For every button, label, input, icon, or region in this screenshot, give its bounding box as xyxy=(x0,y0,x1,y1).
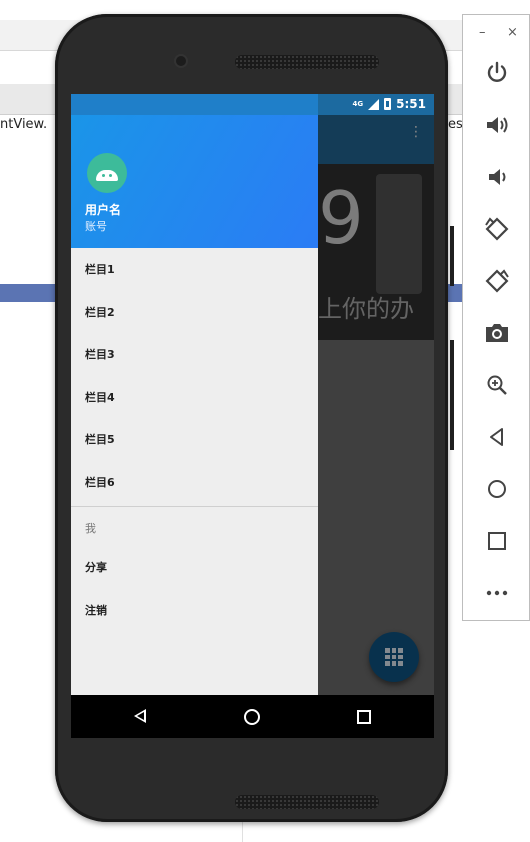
background-selection-bar xyxy=(0,284,60,302)
menu-item-1[interactable]: 栏目1 xyxy=(71,248,318,291)
user-name: 用户名 xyxy=(85,203,122,217)
zoom-icon[interactable] xyxy=(483,371,511,399)
status-time: 5:51 xyxy=(396,97,426,111)
drawer-status-area xyxy=(71,94,318,115)
drawer-menu: 栏目1 栏目2 栏目3 栏目4 栏目5 栏目6 我 分享 注销 xyxy=(71,248,318,631)
close-button[interactable]: × xyxy=(507,25,518,40)
power-icon[interactable] xyxy=(483,59,511,87)
system-navigation-bar xyxy=(71,695,434,738)
emulator-toolbar: – × xyxy=(462,14,530,621)
menu-item-6[interactable]: 栏目6 xyxy=(71,461,318,504)
phone-screen: ⋮ 9 上你的办 4G 5:51 用户名 账号 栏目1 栏目2 xyxy=(71,94,434,738)
navigation-drawer: 用户名 账号 栏目1 栏目2 栏目3 栏目4 栏目5 栏目6 我 分享 注销 xyxy=(71,94,318,695)
camera-icon[interactable] xyxy=(483,319,511,347)
back-icon[interactable] xyxy=(483,423,511,451)
front-camera xyxy=(176,56,186,66)
menu-item-5[interactable]: 栏目5 xyxy=(71,418,318,461)
nav-home-icon[interactable] xyxy=(244,709,260,725)
rotate-left-icon[interactable] xyxy=(483,215,511,243)
menu-item-share[interactable]: 分享 xyxy=(71,546,318,589)
background-divider xyxy=(242,820,243,842)
nav-overview-icon[interactable] xyxy=(357,710,371,724)
power-side-button xyxy=(450,226,454,286)
top-speaker xyxy=(235,55,379,69)
network-type: 4G xyxy=(352,100,364,108)
drawer-header: 用户名 账号 xyxy=(71,115,318,248)
volume-down-icon[interactable] xyxy=(483,163,511,191)
menu-item-2[interactable]: 栏目2 xyxy=(71,291,318,334)
avatar[interactable] xyxy=(87,153,127,193)
background-tab-label[interactable]: ntView. xyxy=(0,117,47,132)
menu-section-title: 我 xyxy=(85,522,96,535)
menu-item-logout[interactable]: 注销 xyxy=(71,589,318,632)
minimize-button[interactable]: – xyxy=(479,25,486,40)
more-icon[interactable] xyxy=(483,579,511,607)
volume-up-icon[interactable] xyxy=(483,111,511,139)
signal-icon xyxy=(368,98,380,110)
background-tab-label-right[interactable]: es xyxy=(448,117,463,132)
rotate-right-icon[interactable] xyxy=(483,267,511,295)
menu-divider xyxy=(71,506,318,507)
drawer-scrim[interactable] xyxy=(318,115,434,695)
user-account: 账号 xyxy=(85,220,107,233)
home-icon[interactable] xyxy=(483,475,511,503)
menu-item-4[interactable]: 栏目4 xyxy=(71,376,318,419)
nav-back-icon-inner xyxy=(137,712,144,720)
bottom-speaker xyxy=(235,795,379,809)
menu-item-3[interactable]: 栏目3 xyxy=(71,333,318,376)
battery-icon xyxy=(384,98,392,110)
volume-side-button xyxy=(450,340,454,450)
android-icon xyxy=(96,169,118,181)
overview-icon[interactable] xyxy=(483,527,511,555)
